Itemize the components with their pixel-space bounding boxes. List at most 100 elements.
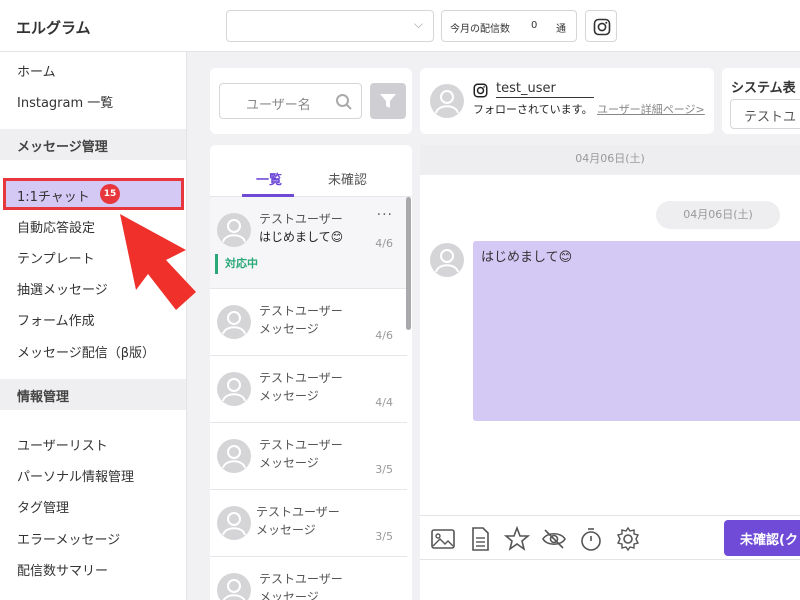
- message-input[interactable]: [420, 560, 800, 600]
- sidebar-item-user-list[interactable]: ユーザーリスト: [17, 435, 108, 454]
- delivery-count-unit: 通: [556, 24, 566, 35]
- chat-list-item[interactable]: テストユーザー はじめまして😊 ··· 4/6 対応中: [210, 197, 407, 289]
- instagram-button[interactable]: [585, 10, 617, 42]
- avatar: [217, 506, 251, 540]
- user-icon: [435, 90, 459, 114]
- sidebar-item-lottery[interactable]: 抽選メッセージ: [17, 279, 108, 298]
- search-placeholder: ユーザー名: [246, 98, 311, 113]
- system-select-value: テストユ: [744, 110, 797, 125]
- section-title: 情報管理: [17, 390, 70, 405]
- sidebar-item-auto-reply[interactable]: 自動応答設定: [17, 217, 95, 236]
- search-icon: [336, 94, 352, 110]
- filter-button[interactable]: [370, 83, 406, 119]
- chat-last-message: メッセージ: [256, 523, 316, 537]
- chat-last-message: メッセージ: [259, 590, 319, 600]
- image-icon[interactable]: [430, 526, 456, 552]
- chat-messages: 04月06日(土) 04月06日(土) はじめまして😊: [420, 145, 800, 515]
- sidebar-item-chat[interactable]: 1:1チャット 15: [3, 178, 184, 210]
- user-search-input[interactable]: ユーザー名: [219, 83, 362, 119]
- sidebar-item-instagram-list[interactable]: Instagram 一覧: [17, 92, 113, 111]
- chat-list-item[interactable]: テストユーザー メッセージ 3/5: [210, 423, 407, 490]
- button-label: 未確認(ク: [740, 533, 798, 548]
- system-select[interactable]: テストユ: [730, 99, 800, 129]
- chat-username: test_user: [496, 81, 594, 98]
- chat-date: 4/6: [375, 237, 393, 250]
- chat-user-name: テストユーザー: [259, 212, 343, 226]
- chat-user-name: テストユーザー: [256, 505, 340, 519]
- chat-list-item[interactable]: テストユーザー メッセージ 4/6: [210, 289, 407, 356]
- chat-user-name: テストユーザー: [259, 371, 343, 385]
- sidebar-section-message: メッセージ管理: [0, 129, 186, 160]
- user-icon: [222, 378, 246, 402]
- app-title: エルグラム: [16, 19, 91, 37]
- message-bubble: はじめまして😊: [473, 241, 800, 421]
- system-panel-title: システム表: [731, 81, 796, 96]
- sidebar-item-personal-info[interactable]: パーソナル情報管理: [17, 466, 134, 485]
- chat-date: 3/5: [375, 463, 393, 476]
- chat-date: 3/5: [375, 530, 393, 543]
- delivery-count-value: 0: [531, 20, 538, 31]
- top-bar: エルグラム ⌵ 今月の配信数 0 通: [0, 0, 800, 52]
- status-badge: 対応中: [215, 254, 258, 274]
- user-icon: [222, 579, 246, 600]
- chat-list-item[interactable]: テストユーザー メッセージ 4/4: [210, 356, 407, 423]
- chat-last-message: メッセージ: [259, 389, 319, 403]
- section-title: メッセージ管理: [17, 140, 108, 155]
- gear-icon[interactable]: [615, 526, 641, 552]
- filter-icon: [380, 94, 396, 108]
- chat-list: 一覧 未確認 テストユーザー はじめまして😊 ··· 4/6 対応中 テストユー…: [210, 145, 412, 600]
- message-toolbar: 未確認(ク: [420, 515, 800, 560]
- instagram-icon: [473, 83, 488, 98]
- chat-user-name: テストユーザー: [259, 304, 343, 318]
- date-header: 04月06日(土): [420, 145, 800, 175]
- avatar: [430, 84, 464, 118]
- user-icon: [435, 249, 459, 273]
- delivery-count-label: 今月の配信数: [450, 24, 510, 35]
- chevron-down-icon: ⌵: [413, 17, 423, 31]
- user-icon: [222, 311, 246, 335]
- user-icon: [222, 512, 246, 536]
- user-detail-link[interactable]: ユーザー詳細ページ>: [597, 101, 705, 117]
- delivery-count-box: 今月の配信数 0 通: [441, 10, 577, 42]
- timer-icon[interactable]: [578, 526, 604, 552]
- sidebar-item-error-message[interactable]: エラーメッセージ: [17, 529, 120, 548]
- chat-list-item[interactable]: テストユーザー メッセージ 3/5: [210, 490, 407, 557]
- sidebar-item-home[interactable]: ホーム: [17, 61, 56, 80]
- avatar: [217, 305, 251, 339]
- annotation-arrow-icon: [120, 214, 196, 310]
- account-select[interactable]: ⌵: [226, 10, 434, 42]
- instagram-icon: [593, 18, 611, 36]
- user-icon: [222, 219, 246, 243]
- chat-user-name: テストユーザー: [259, 572, 343, 586]
- chat-list-scrollbar[interactable]: [406, 197, 411, 330]
- search-card: ユーザー名: [210, 68, 412, 134]
- user-icon: [222, 445, 246, 469]
- chat-list-tabs: 一覧 未確認: [210, 145, 412, 197]
- unread-badge: 15: [100, 184, 120, 204]
- chat-last-message: メッセージ: [259, 322, 319, 336]
- chat-list-item[interactable]: テストユーザー メッセージ: [210, 557, 407, 600]
- sidebar: ホーム Instagram 一覧 メッセージ管理 1:1チャット 15 自動応答…: [0, 52, 187, 600]
- avatar: [217, 213, 251, 247]
- avatar: [217, 439, 251, 473]
- star-icon[interactable]: [504, 526, 530, 552]
- sidebar-item-label: 1:1チャット: [17, 190, 90, 205]
- sidebar-section-info: 情報管理: [0, 379, 186, 410]
- sidebar-item-tag[interactable]: タグ管理: [17, 497, 69, 516]
- sidebar-item-form[interactable]: フォーム作成: [17, 310, 95, 329]
- message-text: はじめまして😊: [481, 250, 573, 265]
- sidebar-item-broadcast[interactable]: メッセージ配信（β版）: [17, 342, 155, 361]
- sidebar-item-delivery-summary[interactable]: 配信数サマリー: [17, 560, 108, 579]
- system-panel: システム表 テストユ: [722, 68, 800, 134]
- mark-unread-button[interactable]: 未確認(ク: [724, 520, 800, 556]
- sidebar-item-template[interactable]: テンプレート: [17, 248, 95, 267]
- more-options-icon[interactable]: ···: [377, 207, 393, 223]
- tab-all[interactable]: 一覧: [256, 169, 282, 188]
- hide-icon[interactable]: [541, 526, 567, 552]
- avatar: [217, 573, 251, 600]
- avatar: [217, 372, 251, 406]
- chat-last-message: はじめまして😊: [259, 230, 344, 244]
- chat-date: 4/6: [375, 329, 393, 342]
- document-icon[interactable]: [467, 526, 493, 552]
- tab-unconfirmed[interactable]: 未確認: [328, 169, 367, 188]
